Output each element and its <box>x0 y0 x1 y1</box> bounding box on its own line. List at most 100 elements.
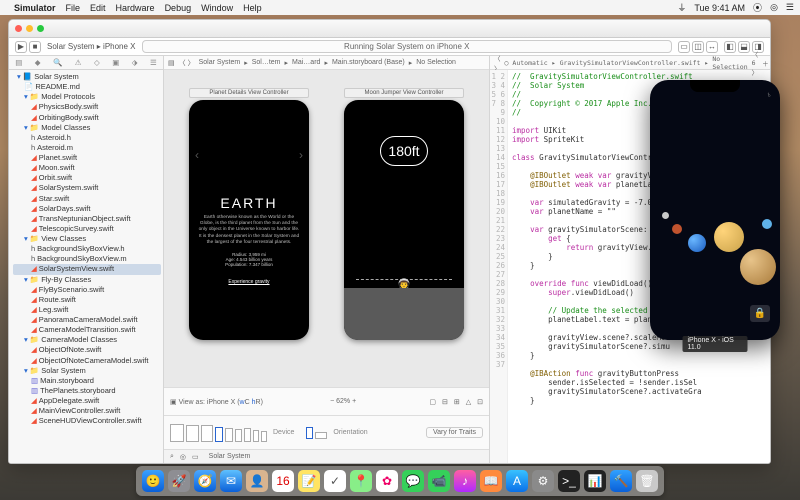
nav-item[interactable]: ◢ ObjectOfNoteCameraModel.swift <box>13 356 161 366</box>
jump-bar[interactable]: ▤ 〈 〉 Solar System ▸ Sol…tem ▸ Mai…ard ▸… <box>164 56 489 70</box>
dock-xcode-icon[interactable]: 🔨 <box>610 470 632 492</box>
nav-item[interactable]: h BackgroundSkyBoxView.h <box>13 244 161 254</box>
nav-item[interactable]: ◢ Moon.swift <box>13 163 161 173</box>
nav-item[interactable]: ◢ SolarSystem.swift <box>13 183 161 193</box>
dock-facetime-icon[interactable]: 📹 <box>428 470 450 492</box>
orientation-picker[interactable] <box>306 427 327 439</box>
zoom-out-button[interactable]: − <box>330 398 334 405</box>
window-close-button[interactable] <box>15 25 22 32</box>
nav-item[interactable]: ▾ 📁 View Classes <box>13 234 161 244</box>
nav-item[interactable]: ◢ Route.swift <box>13 295 161 305</box>
dock-trash-icon[interactable]: 🗑 <box>636 470 658 492</box>
notification-center-icon[interactable]: ☰ <box>786 2 794 13</box>
vary-for-traits-button[interactable]: Vary for Traits <box>426 427 483 438</box>
embed-in-button[interactable]: ▢ <box>429 398 436 406</box>
nav-item[interactable]: h BackgroundSkyBoxView.m <box>13 254 161 264</box>
standard-editor-button[interactable]: ▭ <box>678 41 690 53</box>
nav-item[interactable]: ◢ ObjectOfNote.swift <box>13 345 161 355</box>
nav-item[interactable]: ▾ 📁 CameraModel Classes <box>13 335 161 345</box>
add-assistant-icon[interactable]: ＋ <box>762 58 769 68</box>
related-items-icon[interactable]: ▤ <box>168 59 175 67</box>
nav-item[interactable]: ◢ FlyByScenario.swift <box>13 285 161 295</box>
menu-hardware[interactable]: Hardware <box>116 3 155 13</box>
wifi-icon[interactable]: ⏚ <box>677 1 686 14</box>
simulator-screen[interactable] <box>654 84 776 336</box>
nav-item[interactable]: ◢ AppDelegate.swift <box>13 396 161 406</box>
view-as-toggle[interactable]: ▣ View as: iPhone X (wC hR) <box>170 398 263 406</box>
scheme-selector[interactable]: Solar System ▸ iPhone X <box>47 42 136 51</box>
menu-debug[interactable]: Debug <box>165 3 192 13</box>
dock-reminders-icon[interactable]: ✓ <box>324 470 346 492</box>
dock-finder-icon[interactable]: 🙂 <box>142 470 164 492</box>
nav-item[interactable]: ▾ 📘 Solar System <box>13 72 161 82</box>
nav-item[interactable]: ▾ 📁 Model Classes <box>13 123 161 133</box>
dock-terminal-icon[interactable]: >_ <box>558 470 580 492</box>
resolve-button[interactable]: △ <box>466 398 471 406</box>
window-zoom-button[interactable] <box>37 25 44 32</box>
nav-item[interactable]: ◢ MainViewController.swift <box>13 406 161 416</box>
dock-notes-icon[interactable]: 📝 <box>298 470 320 492</box>
toggle-debug-button[interactable]: ⬓ <box>738 41 750 53</box>
dock-activity-icon[interactable]: 📊 <box>584 470 606 492</box>
spotlight-icon[interactable]: ⦿ <box>753 1 762 14</box>
nav-item[interactable]: ▾ 📁 Fly-By Classes <box>13 275 161 285</box>
nav-item[interactable]: ◢ PanoramaCameraModel.swift <box>13 315 161 325</box>
device-picker[interactable] <box>170 424 267 442</box>
scene-planet-details[interactable]: Planet Details View Controller ‹ › EARTH… <box>189 100 309 340</box>
nav-item[interactable]: ◢ Orbit.swift <box>13 173 161 183</box>
filter-icon[interactable]: ⌕ <box>170 453 174 461</box>
dock-itunes-icon[interactable]: ♪ <box>454 470 476 492</box>
scope-icon[interactable]: ▭ <box>192 453 199 461</box>
dock-photos-icon[interactable]: ✿ <box>376 470 398 492</box>
nav-item[interactable]: ◢ SceneHUDViewController.swift <box>13 416 161 426</box>
nav-item[interactable]: ◢ TransNeptunianObject.swift <box>13 214 161 224</box>
dock-messages-icon[interactable]: 💬 <box>402 470 424 492</box>
nav-item[interactable]: ◢ OrbitingBody.swift <box>13 113 161 123</box>
dock-mail-icon[interactable]: ✉︎ <box>220 470 242 492</box>
nav-item[interactable]: h Asteroid.h <box>13 133 161 143</box>
nav-item[interactable]: ◢ Planet.swift <box>13 153 161 163</box>
nav-item[interactable]: ▾ 📁 Solar System <box>13 366 161 376</box>
nav-tab-report-icon[interactable]: ☰ <box>150 58 157 67</box>
nav-item[interactable]: ◢ SolarSystemView.swift <box>13 264 161 274</box>
nav-item[interactable]: ▥ ThePlanets.storyboard <box>13 386 161 396</box>
scene-moon-jumper[interactable]: Moon Jumper View Controller 180ft 👨‍🚀 <box>344 100 464 340</box>
nav-item[interactable]: h Asteroid.m <box>13 143 161 153</box>
menu-file[interactable]: File <box>66 3 81 13</box>
menu-help[interactable]: Help <box>243 3 262 13</box>
dock-maps-icon[interactable]: 📍 <box>350 470 372 492</box>
pin-button[interactable]: ⊞ <box>454 398 460 406</box>
run-button[interactable]: ▶ <box>15 41 27 53</box>
nav-item[interactable]: ◢ TelescopicSurvey.swift <box>13 224 161 234</box>
dock-appstore-icon[interactable]: A <box>506 470 528 492</box>
stop-button[interactable]: ■ <box>29 41 41 53</box>
dock-safari-icon[interactable]: 🧭 <box>194 470 216 492</box>
nav-item[interactable]: ◢ SolarDays.swift <box>13 204 161 214</box>
storyboard-canvas[interactable]: Planet Details View Controller ‹ › EARTH… <box>164 70 489 387</box>
align-button[interactable]: ⊟ <box>442 398 448 406</box>
stack-button[interactable]: ⊡ <box>477 398 483 406</box>
assistant-editor-button[interactable]: ◫ <box>692 41 704 53</box>
version-editor-button[interactable]: ↔ <box>706 41 718 53</box>
ios-simulator-window[interactable]: ♄ 🔒 iPhone X - iOS 11.0 <box>650 80 780 340</box>
siri-icon[interactable]: ◎ <box>770 2 778 13</box>
nav-item[interactable]: ◢ Leg.swift <box>13 305 161 315</box>
nav-tab-debug-icon[interactable]: ▣ <box>112 58 119 67</box>
menubar-clock[interactable]: Tue 9:41 AM <box>694 3 745 13</box>
toggle-navigator-button[interactable]: ◧ <box>724 41 736 53</box>
nav-item[interactable]: ◢ PhysicsBody.swift <box>13 102 161 112</box>
experience-gravity-link[interactable]: Experience gravity <box>189 279 309 285</box>
assistant-jump-bar[interactable]: 〈 〉 ◯ Automatic ▸ GravitySimulatorViewCo… <box>490 56 770 70</box>
circle-icon[interactable]: ◯ <box>505 59 509 67</box>
dock-contacts-icon[interactable]: 👤 <box>246 470 268 492</box>
nav-tab-issue-icon[interactable]: ⚠ <box>75 58 82 67</box>
breadcrumb-scheme[interactable]: Solar System <box>209 453 251 460</box>
zoom-in-button[interactable]: + <box>352 398 356 405</box>
nav-item[interactable]: ◢ CameraModelTransition.swift <box>13 325 161 335</box>
lock-icon[interactable]: 🔒 <box>750 305 770 322</box>
nav-item[interactable]: ▥ Main.storyboard <box>13 376 161 386</box>
dock-launchpad-icon[interactable]: 🚀 <box>168 470 190 492</box>
nav-tab-symbol-icon[interactable]: ◆ <box>35 58 41 67</box>
auto-icon[interactable]: ◎ <box>180 453 186 461</box>
nav-item[interactable]: ▾ 📁 Model Protocols <box>13 92 161 102</box>
